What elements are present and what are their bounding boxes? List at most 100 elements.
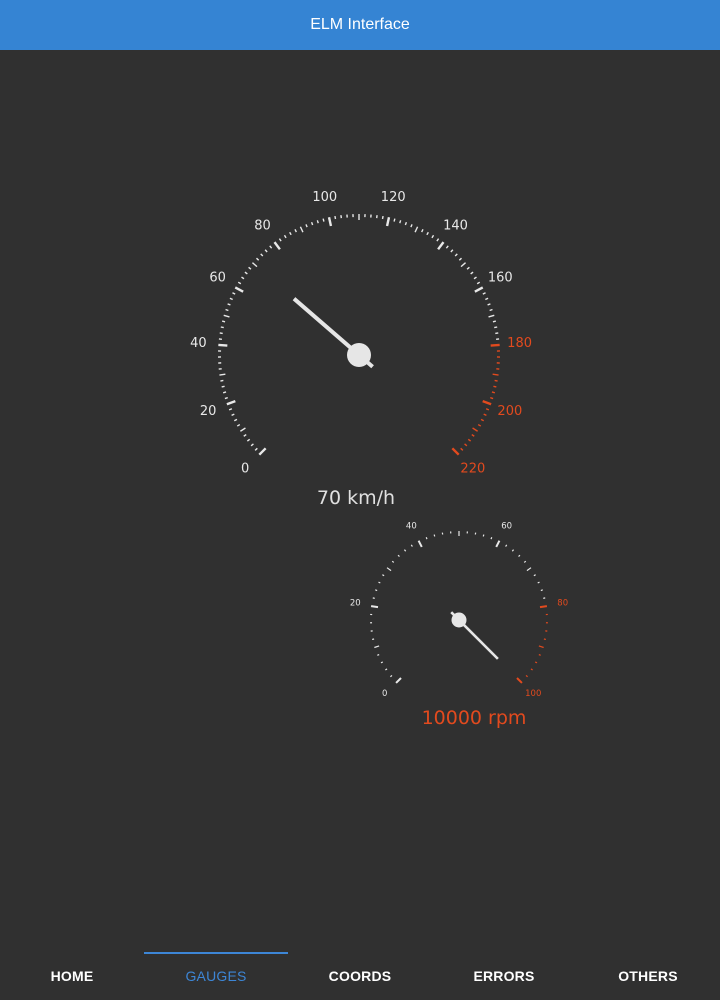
- speed-gauge-tick: [381, 215, 384, 220]
- gauges-canvas: 0 20 40 60 80 100 120 140 160 180 200 220 70 km/h 0 2…: [190, 190, 568, 729]
- speed-gauge-tick: [477, 423, 482, 427]
- speed-gauge-tick: [260, 253, 264, 257]
- rpm-gauge-tick-label: 60: [501, 521, 512, 531]
- speed-gauge-tick: [404, 221, 408, 226]
- speed-gauge-tick: [445, 245, 449, 249]
- speed-gauge-tick: [220, 326, 224, 329]
- speed-gauge-tick: [278, 238, 282, 242]
- speed-gauge-tick: [450, 249, 454, 253]
- speed-gauge-tick: [310, 221, 314, 226]
- rpm-gauge-tick: [525, 674, 528, 678]
- speed-gauge-tick: [492, 320, 497, 323]
- speed-gauge-tick-label: 140: [443, 219, 468, 234]
- speed-gauge-tick: [483, 413, 487, 417]
- rpm-gauge-tick: [511, 549, 515, 552]
- speed-gauge-tick: [460, 447, 464, 451]
- speed-gauge-tick-label: 120: [381, 190, 406, 205]
- speed-gauge-tick: [334, 215, 337, 220]
- speed-gauge-tick: [426, 231, 429, 236]
- rpm-gauge-tick: [385, 668, 388, 671]
- tab-home[interactable]: HOME: [0, 952, 144, 1000]
- speed-gauge-tick: [222, 391, 227, 394]
- rpm-gauge-tick: [377, 654, 380, 656]
- rpm-gauge-tick: [530, 668, 533, 671]
- rpm-gauge-tick: [410, 544, 413, 547]
- rpm-gauge-tick: [391, 560, 395, 563]
- speed-gauge-tick: [240, 427, 246, 432]
- rpm-gauge-tick: [375, 589, 378, 592]
- rpm-gauge-tick: [395, 677, 402, 684]
- rpm-gauge-tick: [403, 549, 407, 552]
- speed-gauge-tick: [437, 241, 445, 251]
- speed-gauge-tick: [480, 418, 485, 422]
- rpm-gauge-tick-label: 100: [525, 689, 541, 699]
- speed-gauge-tick: [237, 281, 242, 285]
- speed-gauge-tick: [476, 281, 481, 285]
- rpm-gauge-tick: [380, 661, 384, 664]
- speed-gauge-needle-hub: [347, 343, 371, 367]
- rpm-gauge-tick: [526, 567, 532, 572]
- tab-gauges[interactable]: GAUGES: [144, 952, 288, 1000]
- speed-gauge-tick: [299, 226, 304, 233]
- rpm-gauge-tick: [518, 554, 521, 557]
- speed-gauge-tick: [473, 276, 477, 280]
- speed-gauge-tick: [492, 373, 499, 376]
- rpm-gauge-tick: [390, 674, 393, 678]
- speed-gauge-tick: [256, 257, 260, 261]
- speed-gauge-tick: [485, 408, 490, 411]
- rpm-gauge-tick: [417, 540, 423, 548]
- speed-gauge-tick-label: 200: [497, 404, 522, 419]
- speed-gauge-tick: [316, 220, 319, 224]
- speed-gauge-tick: [458, 257, 462, 261]
- speed-gauge: 0 20 40 60 80 100 120 140 160 180 200 220 70 km/h: [190, 190, 532, 509]
- rpm-gauge-tick: [425, 537, 428, 540]
- tab-coords-label: COORDS: [328, 968, 392, 984]
- speed-gauge-tick: [269, 245, 273, 249]
- rpm-gauge-tick: [490, 537, 493, 540]
- speed-gauge-tick: [485, 297, 489, 301]
- speed-gauge-tick: [421, 229, 424, 233]
- rpm-gauge-tick-label: 40: [406, 521, 417, 531]
- speed-gauge-tick: [470, 271, 474, 275]
- speed-gauge-tick: [229, 297, 233, 301]
- speed-gauge-tick: [327, 216, 333, 227]
- speed-gauge-tick: [226, 400, 236, 406]
- speed-gauge-tick-label: 160: [488, 270, 513, 285]
- tab-others[interactable]: OTHERS: [576, 952, 720, 1000]
- speed-gauge-tick: [228, 408, 233, 411]
- rpm-gauge-tick: [495, 540, 501, 548]
- tab-coords[interactable]: COORDS: [288, 952, 432, 1000]
- bottom-nav: HOME GAUGES COORDS ERRORS OTHERS: [0, 952, 720, 1000]
- speed-gauge-tick-label: 180: [507, 336, 532, 351]
- rpm-gauge-tick: [538, 654, 541, 656]
- speed-gauge-tick: [491, 391, 496, 394]
- speed-gauge-tick: [451, 447, 460, 456]
- speed-gauge-tick: [254, 447, 258, 451]
- speed-gauge-tick: [223, 314, 230, 318]
- speed-gauge-tick: [221, 385, 225, 388]
- speed-gauge-tick: [273, 241, 281, 251]
- speed-gauge-tick-label: 20: [200, 404, 217, 419]
- speed-gauge-tick: [241, 276, 245, 280]
- speed-gauge-tick: [322, 218, 325, 222]
- speed-gauge-tick: [294, 229, 297, 233]
- speed-gauge-tick: [467, 438, 472, 442]
- rpm-gauge-tick: [505, 544, 508, 547]
- speed-gauge-tick: [305, 224, 308, 228]
- speed-gauge-tick: [466, 266, 470, 270]
- speed-gauge-tick: [234, 286, 244, 293]
- tab-errors[interactable]: ERRORS: [432, 952, 576, 1000]
- rpm-gauge-tick: [374, 645, 380, 649]
- speed-gauge-tick: [494, 326, 498, 329]
- speed-gauge-tick: [460, 262, 467, 268]
- speed-gauge-tick: [393, 218, 396, 222]
- speed-gauge-tick: [243, 433, 247, 437]
- speed-gauge-tick: [454, 253, 458, 257]
- speed-gauge-tick: [248, 266, 252, 270]
- speed-gauge-tick: [436, 238, 440, 242]
- speed-gauge-tick: [221, 320, 226, 323]
- rpm-gauge-tick-label: 80: [557, 599, 568, 609]
- speed-gauge-tick: [410, 224, 413, 228]
- speed-gauge-tick-label: 80: [254, 219, 271, 234]
- speed-gauge-tick: [490, 396, 494, 400]
